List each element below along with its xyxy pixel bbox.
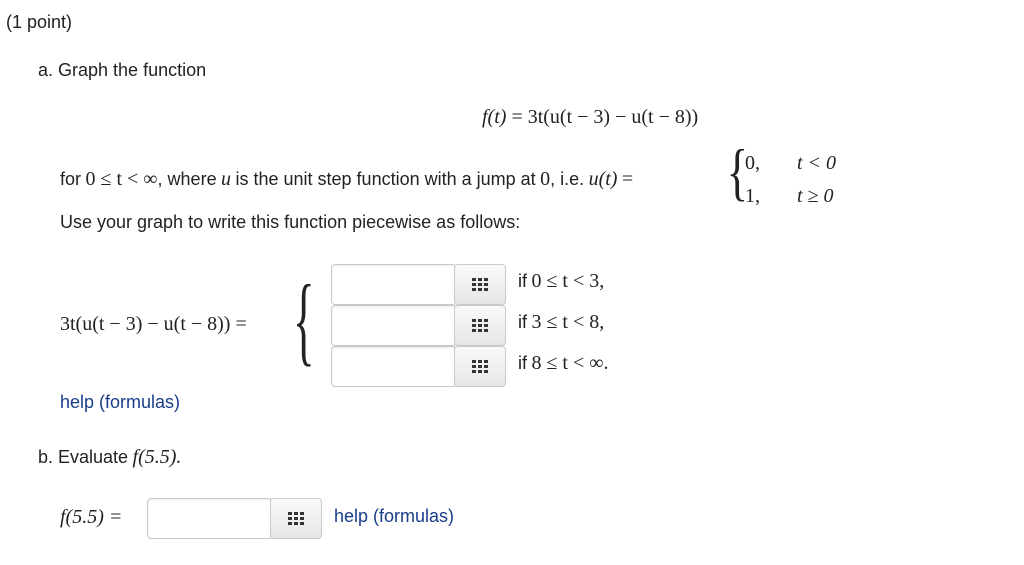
ut-equals: = — [621, 168, 634, 190]
piece-2-equation-button[interactable] — [454, 305, 506, 346]
piece-2-suffix: , — [599, 311, 605, 333]
piece-3-if: if — [518, 353, 527, 373]
piece-2-if: if — [518, 312, 527, 332]
jump-point: 0 — [540, 168, 551, 190]
answer-equation-button[interactable] — [270, 498, 322, 539]
answer-field[interactable] — [147, 498, 273, 539]
domain-math: 0 ≤ t < ∞ — [85, 168, 158, 190]
piecewise-brace: { — [293, 264, 315, 375]
part-b-label: b. Evaluate f(5.5). — [38, 446, 181, 469]
desc-prefix: for — [60, 169, 82, 189]
points-label: (1 point) — [6, 12, 73, 32]
ie-text: , i.e. — [550, 169, 585, 189]
piece-1-cond: 0 ≤ t < 3 — [531, 270, 600, 292]
piece-2-cond: 3 ≤ t < 8 — [531, 311, 600, 333]
equation-lhs: f(t) — [482, 106, 507, 128]
equation-rhs: 3t(u(t − 3) − u(t − 8)) — [527, 106, 699, 128]
u-piece-2-cond: t ≥ 0 — [797, 185, 834, 207]
grid-icon — [288, 511, 304, 525]
part-b-prefix: b. Evaluate — [38, 447, 129, 467]
u-piece-2-value: 1, — [745, 185, 760, 207]
help-formulas-link-b[interactable]: help (formulas) — [334, 506, 454, 527]
answer-input[interactable] — [148, 499, 272, 538]
u-variable: u — [221, 168, 232, 190]
equation-equals: = — [511, 106, 523, 128]
desc-after: is the unit step function with a jump at — [235, 169, 536, 189]
help-formulas-link-a[interactable]: help (formulas) — [60, 392, 180, 413]
piecewise-lhs: 3t(u(t − 3) − u(t − 8)) = — [60, 313, 247, 335]
piece-1-equation-button[interactable] — [454, 264, 506, 305]
piece-1-field[interactable] — [331, 264, 457, 305]
piece-3-field[interactable] — [331, 346, 457, 387]
u-piece-1-cond: t < 0 — [797, 152, 837, 174]
piece-3-cond: 8 ≤ t < ∞ — [531, 352, 604, 374]
grid-icon — [472, 277, 488, 291]
description-line: for 0 ≤ t < ∞, where u is the unit step … — [60, 168, 633, 191]
piece-1-if: if — [518, 271, 527, 291]
part-b-math: f(5.5). — [132, 446, 182, 468]
grid-icon — [472, 359, 488, 373]
instruction-text: Use your graph to write this function pi… — [60, 212, 521, 232]
desc-mid: , where — [157, 169, 217, 189]
grid-icon — [472, 318, 488, 332]
u-piece-1-value: 0, — [745, 152, 760, 174]
piece-3-equation-button[interactable] — [454, 346, 506, 387]
piece-2-field[interactable] — [331, 305, 457, 346]
part-a-label: a. Graph the function — [38, 60, 207, 80]
piece-3-suffix: . — [603, 352, 609, 374]
function-equation: f(t) = 3t(u(t − 3) − u(t − 8)) — [482, 106, 698, 129]
piece-3-input[interactable] — [332, 347, 456, 386]
piece-2-condition: if 3 ≤ t < 8, — [518, 311, 604, 334]
piece-1-input[interactable] — [332, 265, 456, 304]
piece-2-input[interactable] — [332, 306, 456, 345]
ut-math: u(t) — [588, 168, 618, 190]
part-b-lhs: f(5.5) = — [60, 506, 123, 528]
piece-1-suffix: , — [599, 270, 605, 292]
piece-3-condition: if 8 ≤ t < ∞. — [518, 352, 609, 375]
piece-1-condition: if 0 ≤ t < 3, — [518, 270, 604, 293]
